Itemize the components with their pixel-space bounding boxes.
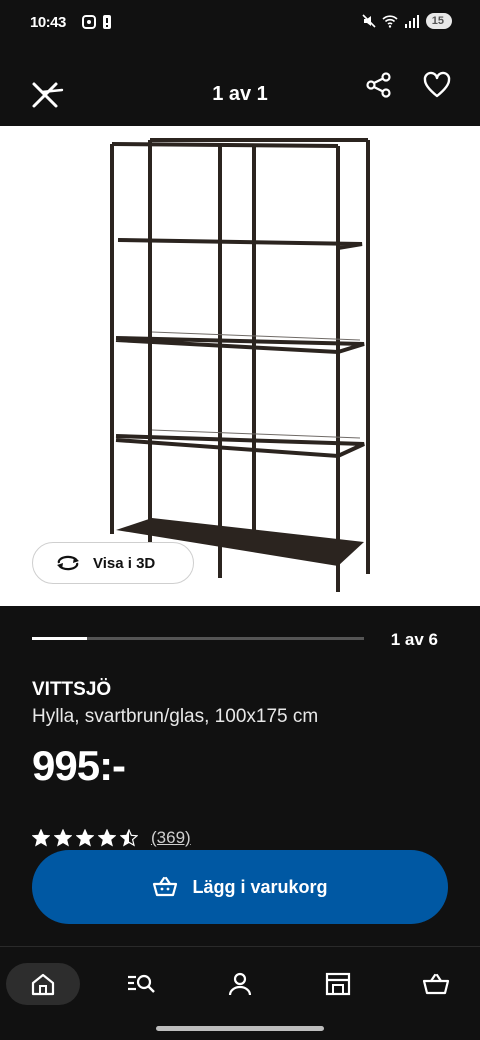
top-bar: 1 av 1 [0, 56, 480, 126]
nav-search[interactable] [104, 963, 178, 1005]
status-right: 15 [362, 13, 452, 29]
store-icon [325, 972, 351, 996]
rating-star-icon [32, 829, 50, 847]
gallery-page-count: 1 av 6 [390, 630, 438, 649]
home-icon [31, 973, 55, 996]
page-title: 1 av 1 [212, 83, 268, 105]
profile-icon [228, 972, 252, 996]
status-icons-left [82, 15, 112, 29]
basket-icon [153, 876, 178, 897]
heart-icon [423, 71, 451, 98]
add-to-cart-label: Lägg i varukorg [192, 876, 328, 897]
favorite-button[interactable] [422, 70, 452, 100]
view-3d-button[interactable]: Visa i 3D [32, 542, 194, 584]
signal-icon [404, 15, 419, 28]
share-button[interactable] [364, 70, 394, 100]
nav-cart[interactable] [399, 963, 473, 1005]
rating-stars [32, 829, 138, 847]
review-count[interactable]: (369) [151, 828, 191, 848]
nav-store[interactable] [301, 963, 375, 1005]
alert-icon [103, 15, 111, 29]
rating-star-icon [54, 829, 72, 847]
product-rating[interactable]: (369) [32, 828, 191, 848]
status-bar: 10:43 15 [0, 0, 480, 48]
battery-indicator: 15 [425, 13, 452, 29]
rating-star-icon [98, 829, 116, 847]
gallery-progress [32, 637, 364, 640]
product-name: VITTSJÖ [32, 679, 112, 700]
screenshot-icon [82, 15, 96, 29]
product-description: Hylla, svartbrun/glas, 100x175 cm [32, 706, 319, 727]
share-icon [366, 72, 391, 98]
nav-profile[interactable] [203, 963, 277, 1005]
rating-star-icon [76, 829, 94, 847]
rotate-icon [57, 555, 79, 571]
view-3d-label: Visa i 3D [93, 554, 156, 572]
status-time: 10:43 [30, 14, 66, 31]
wifi-icon [382, 15, 398, 28]
search-list-icon [128, 974, 155, 993]
home-indicator[interactable] [156, 1026, 324, 1031]
product-price: 995:- [32, 742, 126, 789]
nav-home[interactable] [6, 963, 80, 1005]
gallery-progress-fill [32, 637, 88, 640]
cart-icon [422, 973, 450, 995]
product-image[interactable]: Visa i 3D [0, 126, 480, 606]
rating-star-icon [120, 829, 138, 847]
add-to-cart-button[interactable]: Lägg i varukorg [32, 850, 448, 924]
mute-icon [362, 14, 376, 28]
shelf-illustration [110, 138, 370, 592]
